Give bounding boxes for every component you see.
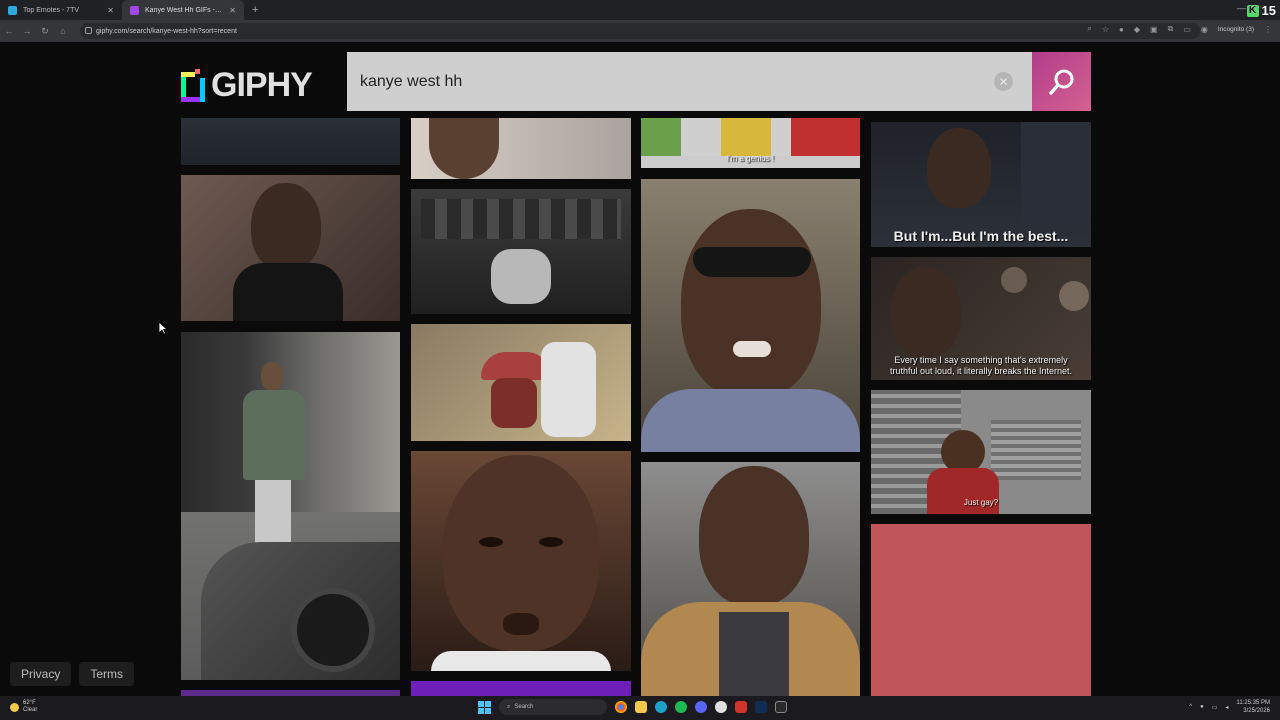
windows-start-icon[interactable] bbox=[478, 700, 491, 714]
giphy-page: GIPHY kanye west hh ✕ I'm a genius ! But… bbox=[0, 42, 1280, 696]
extensions-puzzle-icon[interactable]: ⧉ bbox=[1168, 24, 1174, 34]
taskbar-search[interactable]: ⌕ Search bbox=[499, 699, 607, 715]
chrome-icon[interactable] bbox=[615, 701, 627, 713]
photoshop-icon[interactable] bbox=[755, 701, 767, 713]
app-icon[interactable] bbox=[715, 701, 727, 713]
footer-links: Privacy Terms bbox=[10, 662, 135, 686]
gif-tile[interactable] bbox=[411, 451, 631, 671]
privacy-link[interactable]: Privacy bbox=[10, 662, 72, 686]
url-field[interactable]: giphy.com/search/kanye-west-hh?sort=rece… bbox=[80, 23, 1200, 39]
system-tray: ^ ● ▭ ◂ 11:25:35 PM 3/25/2026 bbox=[1189, 699, 1270, 715]
tray-chevron-icon[interactable]: ^ bbox=[1189, 704, 1192, 710]
tab-title: Top Emotes - 7TV bbox=[23, 6, 80, 14]
clock-time: 11:25:35 PM bbox=[1236, 700, 1270, 706]
volume-icon[interactable]: ◂ bbox=[1225, 704, 1228, 711]
mouse-cursor-icon bbox=[158, 321, 168, 335]
back-icon[interactable]: ← bbox=[0, 26, 18, 36]
spotify-icon[interactable] bbox=[675, 701, 687, 713]
clock[interactable]: 11:25:35 PM 3/25/2026 bbox=[1236, 699, 1270, 715]
microphone-icon[interactable]: ● bbox=[1200, 704, 1204, 710]
close-tab-icon[interactable]: ✕ bbox=[229, 6, 236, 15]
gif-tile[interactable] bbox=[411, 324, 631, 441]
address-bar-row: ← → ↻ ⌂ giphy.com/search/kanye-west-hh?s… bbox=[0, 20, 1280, 42]
zoom-icon[interactable]: ⌕ bbox=[1087, 24, 1091, 34]
taskbar-center: ⌕ Search bbox=[478, 699, 787, 715]
weather-condition: Clear bbox=[23, 707, 38, 713]
gif-tile[interactable] bbox=[411, 118, 631, 179]
terminal-icon[interactable] bbox=[775, 701, 787, 713]
gif-caption: I'm a genius ! bbox=[726, 154, 775, 163]
tab-title: Kanye West Hh GIFs - Find & Share on GIP… bbox=[145, 6, 223, 14]
reload-icon[interactable]: ↻ bbox=[36, 26, 54, 37]
terms-link[interactable]: Terms bbox=[79, 662, 135, 686]
weather-widget[interactable]: 62°F Clear bbox=[10, 700, 37, 714]
gif-caption: Just gay? bbox=[963, 498, 999, 507]
windows-taskbar: 62°F Clear ⌕ Search ^ ● ▭ ◂ 11:25:35 PM … bbox=[0, 696, 1280, 720]
extension-icon[interactable]: ▣ bbox=[1150, 25, 1158, 34]
gif-tile[interactable]: Every time I say something that's extrem… bbox=[871, 257, 1091, 380]
clear-search-icon[interactable]: ✕ bbox=[994, 72, 1013, 91]
gif-tile[interactable] bbox=[641, 462, 860, 696]
network-icon[interactable]: ▭ bbox=[1212, 704, 1218, 711]
7tv-favicon-icon bbox=[8, 5, 17, 15]
kick-badge: K 15 bbox=[1246, 3, 1276, 18]
gif-placeholder[interactable] bbox=[871, 524, 1091, 696]
giphy-logo[interactable]: GIPHY bbox=[181, 66, 313, 105]
gif-tile[interactable] bbox=[181, 175, 400, 321]
url-text: giphy.com/search/kanye-west-hh?sort=rece… bbox=[96, 27, 237, 35]
discord-icon[interactable] bbox=[695, 701, 707, 713]
file-explorer-icon[interactable] bbox=[635, 701, 647, 713]
gif-tile[interactable]: But I'm...But I'm the best... bbox=[871, 122, 1091, 247]
acrobat-icon[interactable] bbox=[735, 701, 747, 713]
edge-icon[interactable] bbox=[655, 701, 667, 713]
incognito-label[interactable]: Incognito (3) bbox=[1218, 26, 1254, 33]
giphy-favicon-icon bbox=[130, 5, 139, 15]
moon-icon bbox=[10, 702, 19, 712]
tab-7tv[interactable]: Top Emotes - 7TV ✕ bbox=[0, 0, 122, 20]
new-tab-button[interactable]: + bbox=[244, 4, 258, 16]
gif-caption: Every time I say something that's extrem… bbox=[894, 355, 1068, 365]
forward-icon[interactable]: → bbox=[18, 26, 36, 36]
tab-giphy[interactable]: Kanye West Hh GIFs - Find & Share on GIP… bbox=[122, 0, 244, 20]
gif-tile[interactable] bbox=[411, 681, 631, 696]
close-tab-icon[interactable]: ✕ bbox=[107, 6, 114, 15]
incognito-icon[interactable]: ◉ bbox=[1201, 25, 1208, 34]
weather-temp: 62°F bbox=[23, 700, 36, 706]
gif-tile[interactable] bbox=[411, 189, 631, 314]
logo-text: GIPHY bbox=[211, 66, 313, 104]
gif-caption: truthful out loud, it literally breaks t… bbox=[889, 366, 1073, 376]
search-input[interactable]: kanye west hh bbox=[347, 52, 1032, 111]
gif-tile[interactable] bbox=[181, 332, 400, 680]
search-button[interactable] bbox=[1032, 52, 1091, 111]
clock-date: 3/25/2026 bbox=[1243, 708, 1270, 714]
search-icon bbox=[1048, 69, 1073, 95]
gif-tile[interactable] bbox=[181, 118, 400, 165]
badge-number: 15 bbox=[1261, 3, 1276, 18]
window-controls: — bbox=[1237, 3, 1246, 13]
browser-tab-bar: Top Emotes - 7TV ✕ Kanye West Hh GIFs - … bbox=[0, 0, 1280, 20]
search-icon: ⌕ bbox=[507, 703, 511, 710]
extension-icon[interactable]: ● bbox=[1119, 25, 1124, 34]
search-value: kanye west hh bbox=[360, 72, 463, 90]
gif-tile[interactable] bbox=[641, 179, 860, 452]
gif-tile[interactable]: I'm a genius ! bbox=[641, 118, 860, 168]
gif-tile[interactable]: Just gay? bbox=[871, 390, 1091, 514]
minimize-icon[interactable]: — bbox=[1237, 3, 1246, 13]
toolbar-icons: ⌕ ☆ ● ◆ ▣ ⧉ ▭ ◉ Incognito (3) ⋮ bbox=[1087, 24, 1272, 34]
side-panel-icon[interactable]: ▭ bbox=[1183, 25, 1191, 34]
extension-icon[interactable]: ◆ bbox=[1134, 25, 1140, 34]
menu-icon[interactable]: ⋮ bbox=[1264, 25, 1272, 34]
bookmark-star-icon[interactable]: ☆ bbox=[1102, 25, 1109, 34]
site-info-icon[interactable] bbox=[85, 27, 92, 34]
giphy-logo-icon bbox=[181, 69, 205, 102]
home-icon[interactable]: ⌂ bbox=[54, 26, 72, 36]
gif-caption: But I'm...But I'm the best... bbox=[893, 228, 1069, 244]
kick-icon: K bbox=[1246, 4, 1259, 17]
taskbar-search-label: Search bbox=[514, 704, 534, 710]
